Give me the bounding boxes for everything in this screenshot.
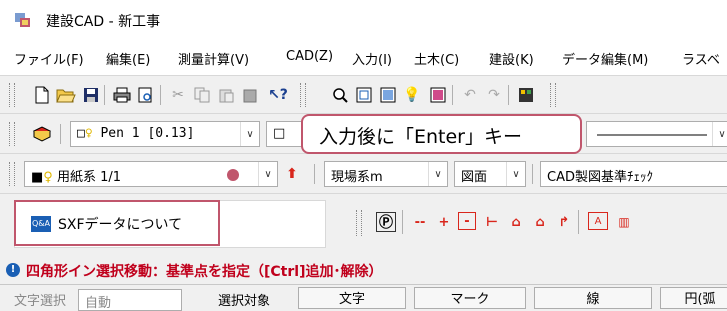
paste-icon[interactable] (216, 85, 236, 105)
info-icon: ! (6, 263, 20, 277)
chevron-down-icon[interactable]: ∨ (258, 162, 277, 186)
paper-scale-select[interactable]: ■♀ 用紙系 1/1 ∨ (24, 161, 278, 187)
scale-toolbar: ■♀ 用紙系 1/1 ∨ ⬆ 現場系m ∨ 図面 ∨ CAD製図基準ﾁｪｯｸ (0, 153, 727, 194)
toolbar-grip[interactable] (9, 122, 15, 146)
filter-label: 文字選択 (14, 294, 67, 309)
cad-standard-check-select[interactable]: CAD製図基準ﾁｪｯｸ (540, 161, 727, 187)
instruction-callout: 入力後に「Enter」キー (301, 114, 582, 154)
line-icon[interactable]: -‑ (410, 212, 430, 232)
toolbar-grip[interactable] (9, 83, 15, 107)
menu-input[interactable]: 入力(I) (352, 49, 392, 68)
light-bulb-icon[interactable]: 💡 (402, 85, 422, 105)
text-block-icon[interactable]: A (588, 212, 608, 230)
toolbar-separator (508, 85, 509, 105)
menu-construction[interactable]: 建設(K) (489, 49, 534, 68)
menu-edit[interactable]: 編集(E) (106, 49, 150, 68)
qa-badge-icon: Q&A (31, 216, 51, 232)
line-box-icon[interactable]: - (458, 212, 476, 230)
new-file-icon[interactable] (32, 85, 52, 105)
toolbar-separator (402, 210, 403, 234)
property-icon[interactable] (516, 85, 536, 105)
zoom-window-icon[interactable] (354, 85, 374, 105)
sxf-info-label: SXFデータについて (58, 217, 183, 233)
save-icon[interactable] (81, 85, 101, 105)
select-text-button[interactable]: 文字 (298, 287, 406, 309)
chevron-down-icon[interactable]: ∨ (428, 162, 447, 186)
toolbar-separator (452, 85, 453, 105)
title-bar: 建設CAD - 新工事 (0, 0, 727, 39)
menu-bar: ファイル(F) 編集(E) 測量計算(V) CAD(Z) 入力(I) 土木(C)… (0, 39, 727, 75)
pen-pick-icon[interactable]: Ⓟ (376, 212, 396, 232)
second-pen-select[interactable]: □ (266, 121, 306, 147)
view-mode-select[interactable]: 図面 ∨ (454, 161, 526, 187)
menu-raster[interactable]: ラスベ (682, 49, 720, 68)
cut-icon[interactable]: ✂ (168, 85, 188, 105)
menu-cad[interactable]: CAD(Z) (286, 49, 333, 64)
toolbar-separator (314, 164, 315, 184)
select-circle-button[interactable]: 円(弧 (660, 287, 727, 309)
paste-special-icon[interactable] (240, 85, 260, 105)
select-target-label: 選択対象 (218, 294, 271, 309)
line-cross-icon[interactable]: + (434, 212, 454, 232)
help-pointer-icon[interactable]: ↖? (268, 85, 288, 105)
menu-civil[interactable]: 土木(C) (414, 49, 459, 68)
window-title: 建設CAD - 新工事 (46, 14, 161, 30)
line-branch-icon[interactable]: ⊢ (482, 212, 502, 232)
print-icon[interactable] (112, 85, 132, 105)
select-line-button[interactable]: 線 (534, 287, 652, 309)
layer-view-icon[interactable] (428, 85, 448, 105)
arc-icon[interactable]: ↱ (554, 212, 574, 232)
toolbar-grip[interactable] (9, 162, 15, 186)
toolbar-grip[interactable] (550, 83, 556, 107)
toolbar-grip[interactable] (300, 83, 306, 107)
scale-change-icon[interactable]: ⬆ (282, 164, 302, 184)
menu-survey[interactable]: 測量計算(V) (178, 49, 249, 68)
line-sample-icon (597, 134, 707, 136)
standard-toolbar: ✂ ↖? 💡 ↶ ↷ (0, 75, 727, 114)
status-message: 四角形イン選択移動：基準点を指定（[Ctrl]追加･解除） (26, 264, 383, 280)
pen-select-value: □♀ Pen 1 [0.13] (77, 126, 195, 141)
pen-select[interactable]: □♀ Pen 1 [0.13] ∨ (70, 121, 260, 147)
undo-icon[interactable]: ↶ (460, 85, 480, 105)
toolbar-grip[interactable] (356, 210, 362, 236)
redraw-icon[interactable] (378, 85, 398, 105)
print-preview-icon[interactable] (136, 85, 156, 105)
coordinate-system-select[interactable]: 現場系m ∨ (324, 161, 448, 187)
open-folder-icon[interactable] (56, 85, 76, 105)
select-mark-button[interactable]: マーク (414, 287, 526, 309)
chevron-down-icon[interactable]: ∨ (240, 122, 259, 146)
redo-icon[interactable]: ↷ (484, 85, 504, 105)
toolbar-separator (160, 85, 161, 105)
line-type-select[interactable]: ∨ (586, 121, 727, 147)
chevron-down-icon[interactable]: ∨ (712, 122, 727, 146)
house-icon[interactable]: ⌂ (506, 212, 526, 232)
sxf-info-link[interactable]: Q&A SXFデータについて (14, 200, 220, 246)
selection-bar: 文字選択 自動 選択対象 文字 マーク 線 円(弧 (0, 284, 727, 311)
text-frame-icon[interactable]: ▥ (614, 212, 634, 232)
layer-book-icon[interactable] (32, 124, 52, 144)
status-bar: ! 四角形イン選択移動：基準点を指定（[Ctrl]追加･解除） (0, 258, 727, 284)
toolbar-separator (60, 124, 61, 144)
app-icon (15, 13, 30, 27)
callout-text: 入力後に「Enter」キー (319, 126, 522, 148)
menu-data-edit[interactable]: データ編集(M) (562, 49, 648, 68)
copy-icon[interactable] (192, 85, 212, 105)
pointer-dot (227, 169, 239, 181)
toolbar-separator (104, 85, 105, 105)
filter-select[interactable]: 自動 (78, 289, 182, 311)
paper-scale-value: ■♀ 用紙系 1/1 (31, 170, 122, 185)
menu-file[interactable]: ファイル(F) (14, 49, 84, 68)
chevron-down-icon[interactable]: ∨ (506, 162, 525, 186)
draw-toolbar: Q&A SXFデータについて Ⓟ -‑ + - ⊢ ⌂ ⌂ ↱ A ▥ (0, 193, 727, 259)
toolbar-separator (532, 164, 533, 184)
toolbar-separator (578, 210, 579, 234)
zoom-icon[interactable] (330, 85, 350, 105)
house-plus-icon[interactable]: ⌂ (530, 212, 550, 232)
